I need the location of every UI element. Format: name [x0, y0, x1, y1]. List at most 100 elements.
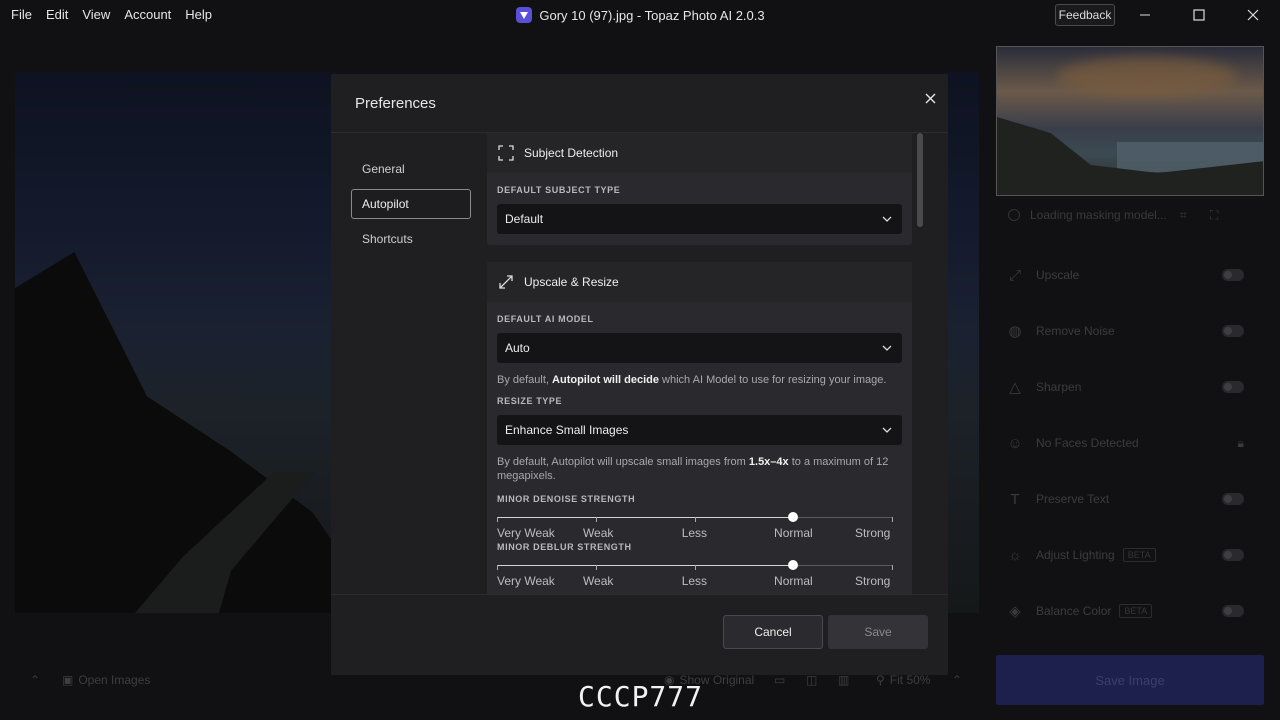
preserve-text-label: Preserve Text: [1036, 492, 1110, 506]
menu-help[interactable]: Help: [178, 0, 219, 30]
resize-type-select[interactable]: Enhance Small Images: [497, 415, 902, 445]
faces-label: No Faces Detected: [1036, 436, 1139, 450]
remove-noise-toggle[interactable]: [1222, 325, 1244, 337]
slider-tick: [497, 517, 498, 522]
preferences-nav: General Autopilot Shortcuts: [351, 154, 471, 259]
upscale-label: Upscale: [1036, 268, 1080, 282]
upscale-resize-header: Upscale & Resize: [487, 262, 912, 302]
open-images-button[interactable]: ▣ Open Images: [62, 665, 150, 695]
menu-edit[interactable]: Edit: [39, 0, 75, 30]
settings-scroll-area[interactable]: Subject Detection DEFAULT SUBJECT TYPE D…: [487, 133, 913, 594]
slider-stop-label: Normal: [774, 574, 813, 588]
minor-deblur-label: MINOR DEBLUR STRENGTH: [497, 542, 632, 552]
balance-color-label: Balance Color: [1036, 604, 1112, 618]
sharpen-icon: △: [1009, 379, 1021, 396]
dialog-close-button[interactable]: [919, 87, 941, 109]
slider-tick: [694, 517, 696, 522]
zoom-label: Fit 50%: [889, 673, 931, 687]
focus-frame-icon: [497, 144, 515, 162]
desc-bold: Autopilot will decide: [552, 374, 659, 386]
beta-badge: BETA: [1122, 548, 1156, 562]
adjust-lighting-toggle[interactable]: [1222, 549, 1244, 561]
maximize-icon: [1193, 9, 1205, 21]
remove-noise-row[interactable]: ◍ Remove Noise: [996, 303, 1264, 359]
select-value: Enhance Small Images: [505, 423, 629, 437]
spinner-icon: [1008, 209, 1020, 221]
default-subject-type-label: DEFAULT SUBJECT TYPE: [497, 185, 621, 195]
upscale-toggle[interactable]: [1222, 269, 1244, 281]
subject-detection-title: Subject Detection: [524, 146, 619, 160]
adjust-lighting-row[interactable]: ☼ Adjust Lighting BETA: [996, 527, 1264, 583]
menu-view[interactable]: View: [75, 0, 117, 30]
slider-tick: [892, 517, 893, 522]
slider-tick: [497, 565, 498, 570]
slider-tick: [595, 517, 597, 522]
chevron-up-icon[interactable]: ⌃: [30, 665, 40, 695]
upscale-row[interactable]: ⤢ Upscale: [996, 247, 1264, 303]
zoom-icon: ⚲: [876, 673, 885, 687]
menu-file[interactable]: File: [4, 0, 39, 30]
nav-shortcuts[interactable]: Shortcuts: [351, 224, 471, 254]
sharpen-label: Sharpen: [1036, 380, 1082, 394]
open-images-label: Open Images: [78, 673, 151, 687]
dialog-title: Preferences: [355, 95, 436, 112]
zoom-chevron-icon[interactable]: ⌃: [952, 665, 962, 695]
menu-account[interactable]: Account: [117, 0, 178, 30]
sharpen-row[interactable]: △ Sharpen: [996, 359, 1264, 415]
save-image-button[interactable]: Save Image: [996, 655, 1264, 705]
divider: [331, 594, 948, 595]
resize-type-description: By default, Autopilot will upscale small…: [487, 455, 912, 483]
ai-model-description: By default, Autopilot will decide which …: [487, 373, 912, 387]
slider-track-remainder: [793, 565, 892, 566]
default-ai-model-select[interactable]: Auto: [497, 333, 902, 363]
preserve-text-toggle[interactable]: [1222, 493, 1244, 505]
feedback-button[interactable]: Feedback: [1055, 4, 1115, 26]
menu-bar: File Edit View Account Help: [0, 0, 219, 30]
resize-type-label: RESIZE TYPE: [497, 396, 563, 406]
desc-text: which AI Model to use for resizing your …: [659, 374, 887, 386]
slider-stop-label: Strong: [855, 574, 891, 588]
save-button[interactable]: Save: [828, 615, 928, 649]
face-icon: ☺: [1007, 434, 1023, 452]
slider-tick: [694, 565, 696, 570]
subject-detection-header: Subject Detection: [487, 133, 912, 173]
select-value: Auto: [505, 341, 530, 355]
default-ai-model-label: DEFAULT AI MODEL: [497, 314, 594, 324]
scrollbar-thumb[interactable]: [917, 133, 923, 227]
minor-denoise-label: MINOR DENOISE STRENGTH: [497, 494, 636, 504]
balance-color-row[interactable]: ◈ Balance Color BETA: [996, 583, 1264, 639]
navigator-thumbnail[interactable]: [996, 46, 1264, 196]
image-icon: ▣: [62, 673, 74, 687]
sharpen-toggle[interactable]: [1222, 381, 1244, 393]
minimize-button[interactable]: [1118, 0, 1172, 30]
upscale-resize-card: Upscale & Resize DEFAULT AI MODEL Auto B…: [487, 262, 912, 594]
cancel-button[interactable]: Cancel: [723, 615, 823, 649]
preferences-dialog: Preferences General Autopilot Shortcuts …: [331, 74, 948, 675]
slider-knob[interactable]: [788, 512, 799, 522]
desc-bold: 1.5x–4x: [748, 456, 789, 468]
minor-denoise-slider[interactable]: Very Weak Weak Less Normal Strong: [497, 510, 902, 540]
maximize-button[interactable]: [1172, 0, 1226, 30]
slider-tick: [595, 565, 597, 570]
slider-stop-label: Less: [681, 526, 708, 540]
faces-row[interactable]: ☺ No Faces Detected 🔒︎: [996, 415, 1264, 471]
close-window-button[interactable]: [1226, 0, 1280, 30]
lock-icon: 🔒︎: [1237, 435, 1244, 450]
upscale-icon: ⤢: [1008, 266, 1021, 284]
minor-deblur-slider[interactable]: Very Weak Weak Less Normal Strong: [497, 558, 902, 588]
crop-icon[interactable]: ⌗: [1180, 208, 1187, 223]
balance-color-toggle[interactable]: [1222, 605, 1244, 617]
subject-detection-card: Subject Detection DEFAULT SUBJECT TYPE D…: [487, 133, 912, 245]
loading-status: Loading masking model... ⌗ ⛶: [1008, 208, 1218, 222]
slider-knob[interactable]: [788, 560, 799, 570]
upscale-resize-title: Upscale & Resize: [524, 275, 619, 289]
preserve-text-row[interactable]: T Preserve Text: [996, 471, 1264, 527]
nav-autopilot[interactable]: Autopilot: [351, 189, 471, 219]
remove-noise-label: Remove Noise: [1036, 324, 1115, 338]
default-subject-type-select[interactable]: Default: [497, 204, 902, 234]
resize-arrows-icon: [497, 273, 515, 291]
slider-stop-label: Strong: [855, 526, 891, 540]
chevron-down-icon: [882, 216, 892, 222]
fullscreen-icon[interactable]: ⛶: [1210, 208, 1218, 223]
nav-general[interactable]: General: [351, 154, 471, 184]
